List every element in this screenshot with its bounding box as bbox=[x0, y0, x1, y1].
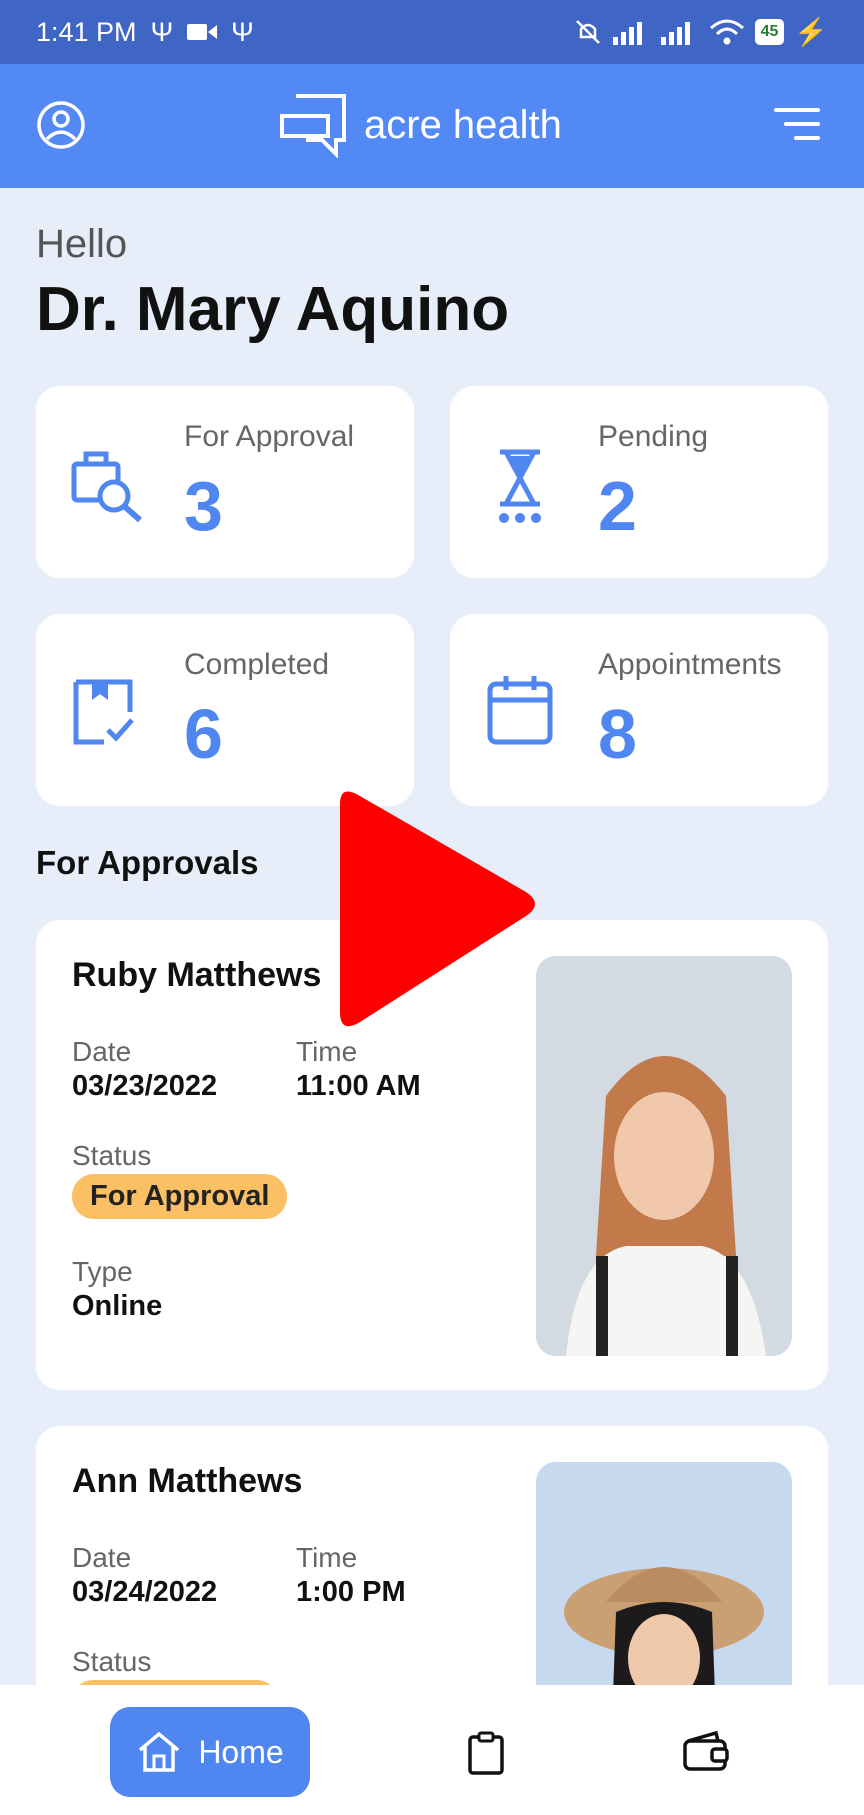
brand-logo: acre health bbox=[278, 92, 562, 158]
signal-icon bbox=[660, 22, 690, 45]
menu-line-icon bbox=[774, 108, 820, 112]
patient-name: Ruby Matthews bbox=[72, 956, 322, 994]
video-play-button[interactable] bbox=[330, 784, 540, 1034]
wifi-icon bbox=[709, 19, 744, 45]
stat-card-appointments[interactable]: Appointments 8 bbox=[450, 614, 828, 806]
appointment-card[interactable]: Ann Matthews Date 03/24/2022 Time 1:00 P… bbox=[36, 1426, 828, 1726]
bottom-navigation: Home bbox=[0, 1685, 864, 1815]
time-value: 1:00 PM bbox=[296, 1576, 406, 1608]
usb-icon: Ψ bbox=[150, 16, 174, 47]
section-title: For Approvals bbox=[36, 844, 259, 881]
date-label: Date bbox=[72, 1542, 132, 1573]
nav-clipboard-button[interactable] bbox=[466, 1731, 506, 1780]
clipboard-icon bbox=[468, 1731, 504, 1775]
patient-photo bbox=[536, 956, 792, 1356]
usb-icon: Ψ bbox=[231, 16, 254, 47]
signal-icon bbox=[612, 22, 642, 45]
date-value: 03/24/2022 bbox=[72, 1576, 218, 1608]
patient-portrait-illustration bbox=[536, 956, 792, 1356]
status-label: Status bbox=[72, 1646, 152, 1677]
stat-label: Completed bbox=[184, 648, 330, 681]
patient-name: Ann Matthews bbox=[72, 1462, 303, 1500]
checked-clipboard-icon bbox=[73, 679, 134, 745]
date-value: 03/23/2022 bbox=[72, 1070, 218, 1102]
menu-line-icon bbox=[794, 136, 820, 140]
stat-card-pending[interactable]: Pending 2 bbox=[450, 386, 828, 578]
charging-icon: ⚡ bbox=[794, 17, 828, 47]
profile-button[interactable] bbox=[36, 100, 86, 155]
wallet-icon bbox=[683, 1730, 729, 1771]
menu-button[interactable] bbox=[774, 108, 820, 144]
battery-level: 45 bbox=[760, 23, 779, 40]
type-label: Type bbox=[72, 1256, 133, 1287]
app-bar: acre health bbox=[0, 64, 864, 188]
briefcase-search-icon bbox=[71, 451, 142, 523]
stat-card-for-approval[interactable]: For Approval 3 bbox=[36, 386, 414, 578]
stat-card-completed[interactable]: Completed 6 bbox=[36, 614, 414, 806]
status-bar: 1:41 PM Ψ Ψ 45 ⚡ bbox=[0, 0, 864, 64]
brand-name: acre health bbox=[364, 102, 562, 147]
stat-value: 6 bbox=[184, 695, 223, 773]
time-value: 11:00 AM bbox=[296, 1070, 421, 1102]
play-icon bbox=[340, 791, 535, 1027]
stat-label: Appointments bbox=[598, 648, 782, 681]
home-icon bbox=[139, 1731, 180, 1772]
stat-label: Pending bbox=[598, 420, 709, 453]
time-label: Time bbox=[296, 1036, 358, 1067]
greeting-label: Hello bbox=[36, 222, 128, 266]
hourglass-icon bbox=[499, 449, 541, 523]
battery-indicator: 45 bbox=[754, 19, 785, 45]
doctor-name: Dr. Mary Aquino bbox=[36, 275, 510, 344]
stat-value: 2 bbox=[598, 467, 637, 545]
video-camera-icon bbox=[187, 24, 218, 40]
mute-icon bbox=[575, 20, 600, 44]
status-time: 1:41 PM bbox=[36, 16, 137, 47]
date-label: Date bbox=[72, 1036, 132, 1067]
user-circle-icon bbox=[37, 101, 85, 149]
stat-value: 8 bbox=[598, 695, 637, 773]
menu-line-icon bbox=[784, 122, 820, 126]
stat-value: 3 bbox=[184, 467, 223, 545]
nav-home-button[interactable]: Home bbox=[110, 1707, 310, 1797]
chat-bubble-logo-icon bbox=[280, 94, 346, 158]
calendar-icon bbox=[487, 676, 553, 745]
type-value: Online bbox=[72, 1290, 163, 1322]
nav-wallet-button[interactable] bbox=[682, 1730, 730, 1776]
stat-label: For Approval bbox=[184, 420, 355, 453]
status-badge: For Approval bbox=[72, 1174, 288, 1219]
status-label: Status bbox=[72, 1140, 152, 1171]
time-label: Time bbox=[296, 1542, 358, 1573]
nav-home-label: Home bbox=[198, 1733, 284, 1770]
